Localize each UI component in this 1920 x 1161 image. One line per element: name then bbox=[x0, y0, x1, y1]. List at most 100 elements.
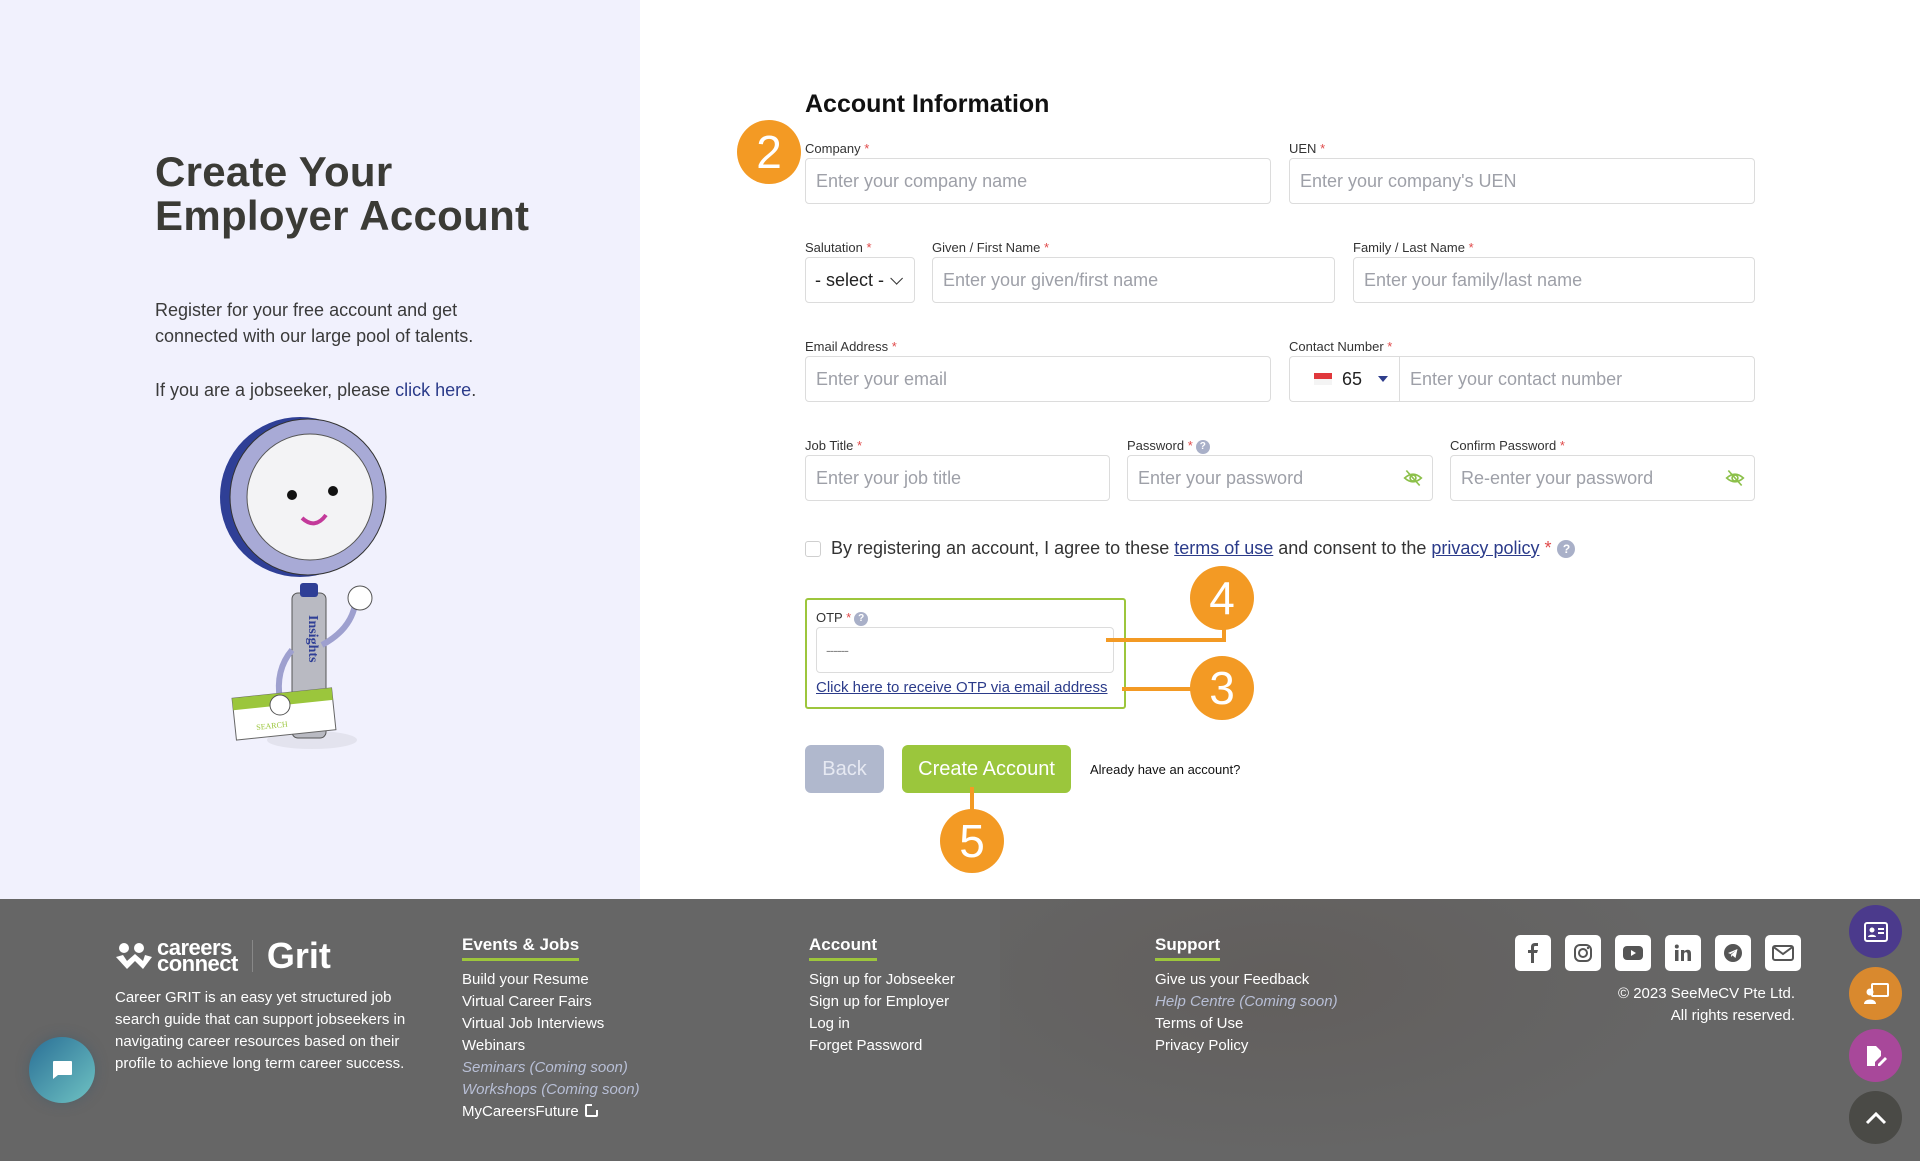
footer-column-support: Support Give us your Feedback Help Centr… bbox=[1155, 935, 1338, 1057]
terms-of-use-link[interactable]: terms of use bbox=[1174, 538, 1273, 559]
required-asterisk: * bbox=[1187, 438, 1193, 453]
singapore-flag-icon bbox=[1314, 373, 1332, 385]
eye-slash-icon[interactable] bbox=[1725, 468, 1745, 488]
uen-input[interactable] bbox=[1289, 158, 1755, 204]
footer-link-forget-password[interactable]: Forget Password bbox=[809, 1035, 955, 1057]
logo-divider bbox=[251, 940, 253, 972]
agreement-help-icon[interactable]: ? bbox=[1557, 539, 1576, 558]
footer-column-title: Events & Jobs bbox=[462, 935, 580, 961]
required-asterisk: * bbox=[1468, 240, 1474, 255]
presentation-fab-button[interactable] bbox=[1849, 967, 1902, 1020]
footer-item-workshops: Workshops (Coming soon) bbox=[462, 1081, 640, 1098]
chat-button[interactable] bbox=[29, 1037, 95, 1103]
linkedin-icon[interactable] bbox=[1665, 935, 1701, 971]
telegram-icon[interactable] bbox=[1715, 935, 1751, 971]
password-help-icon[interactable]: ? bbox=[1195, 439, 1210, 454]
youtube-icon[interactable] bbox=[1615, 935, 1651, 971]
jobseeker-note-prefix: If you are a jobseeker, please bbox=[155, 380, 396, 400]
agreement-checkbox[interactable] bbox=[805, 540, 821, 557]
footer-column-title: Account bbox=[809, 935, 877, 961]
privacy-policy-link[interactable]: privacy policy bbox=[1431, 538, 1539, 559]
annotation-badge-5: 5 bbox=[940, 809, 1004, 873]
confirm-password-input[interactable] bbox=[1450, 455, 1755, 501]
account-information-heading: Account Information bbox=[805, 90, 1050, 118]
footer-link-signup-jobseeker[interactable]: Sign up for Jobseeker bbox=[809, 969, 955, 991]
required-asterisk: * bbox=[864, 141, 870, 156]
footer-about-text: Career GRIT is an easy yet structured jo… bbox=[115, 989, 406, 1072]
salutation-select[interactable]: - select - bbox=[805, 257, 915, 303]
otp-label: OTP *? bbox=[816, 610, 869, 626]
footer-link-privacy-policy[interactable]: Privacy Policy bbox=[1155, 1035, 1338, 1057]
mascot-insights-label: Insights bbox=[305, 615, 320, 663]
company-label: Company * bbox=[805, 141, 869, 156]
job-title-label-text: Job Title bbox=[805, 438, 854, 453]
footer-link-virtual-job-interviews[interactable]: Virtual Job Interviews bbox=[462, 1013, 640, 1035]
salutation-label-text: Salutation bbox=[805, 240, 863, 255]
company-input[interactable] bbox=[805, 158, 1271, 204]
footer-link-feedback[interactable]: Give us your Feedback bbox=[1155, 969, 1338, 991]
caret-down-icon bbox=[1378, 376, 1389, 382]
mascot-left-eye bbox=[287, 490, 297, 500]
contact-number-label: Contact Number * bbox=[1289, 339, 1392, 354]
already-have-account-link[interactable]: Already have an account? bbox=[1090, 762, 1240, 777]
required-asterisk: * bbox=[1387, 339, 1393, 354]
jobseeker-click-here-link[interactable]: click here bbox=[395, 380, 471, 400]
eye-slash-icon[interactable] bbox=[1403, 468, 1423, 488]
required-asterisk: * bbox=[891, 339, 897, 354]
last-name-label: Family / Last Name * bbox=[1353, 240, 1474, 255]
uen-label-text: UEN bbox=[1289, 141, 1317, 156]
password-input[interactable] bbox=[1127, 455, 1433, 501]
receive-otp-link[interactable]: Click here to receive OTP via email addr… bbox=[816, 679, 1108, 696]
last-name-input[interactable] bbox=[1353, 257, 1755, 303]
confirm-password-label: Confirm Password * bbox=[1450, 438, 1565, 453]
back-button[interactable]: Back bbox=[805, 745, 884, 793]
required-asterisk: * bbox=[866, 240, 872, 255]
footer-link-signup-employer[interactable]: Sign up for Employer bbox=[809, 991, 955, 1013]
otp-input[interactable] bbox=[816, 627, 1114, 673]
contact-number-label-text: Contact Number bbox=[1289, 339, 1384, 354]
otp-help-icon[interactable]: ? bbox=[854, 611, 869, 626]
edit-document-fab-button[interactable] bbox=[1849, 1029, 1902, 1082]
mascot-lens-glass bbox=[246, 433, 374, 561]
footer-link-mycareersfuture-text: MyCareersFuture bbox=[462, 1103, 579, 1120]
logo-connect-text: connect bbox=[157, 951, 238, 976]
footer-link-login[interactable]: Log in bbox=[809, 1013, 955, 1035]
contact-number-input[interactable] bbox=[1399, 356, 1755, 402]
page-title: Create Your Employer Account bbox=[155, 148, 530, 239]
email-input[interactable] bbox=[805, 356, 1271, 402]
footer-link-mycareersfuture[interactable]: MyCareersFuture bbox=[462, 1101, 640, 1123]
job-title-input[interactable] bbox=[805, 455, 1110, 501]
social-links bbox=[1515, 935, 1801, 971]
footer-link-build-resume[interactable]: Build your Resume bbox=[462, 969, 640, 991]
scroll-to-top-button[interactable] bbox=[1849, 1091, 1902, 1144]
mascot-waving-hand bbox=[347, 585, 373, 611]
id-card-fab-button[interactable] bbox=[1849, 905, 1902, 958]
careers-connect-wordmark: careers connect bbox=[157, 937, 238, 976]
footer-link-terms-of-use[interactable]: Terms of Use bbox=[1155, 1013, 1338, 1035]
create-account-button[interactable]: Create Account bbox=[902, 745, 1071, 793]
annotation-badge-4: 4 bbox=[1190, 566, 1254, 630]
footer-link-webinars[interactable]: Webinars bbox=[462, 1035, 640, 1057]
first-name-label-text: Given / First Name bbox=[932, 240, 1041, 255]
country-code-select[interactable]: 65 bbox=[1289, 356, 1399, 402]
careers-connect-grit-logo[interactable]: careers connect Grit bbox=[115, 935, 331, 977]
required-asterisk: * bbox=[1559, 438, 1565, 453]
mascot-handle-collar bbox=[300, 583, 318, 597]
last-name-label-text: Family / Last Name bbox=[1353, 240, 1465, 255]
footer-column-title: Support bbox=[1155, 935, 1221, 961]
password-label-text: Password bbox=[1127, 438, 1185, 453]
facebook-icon[interactable] bbox=[1515, 935, 1551, 971]
chat-bubble-icon bbox=[53, 1061, 72, 1079]
jobseeker-note-suffix: . bbox=[471, 380, 477, 400]
email-icon[interactable] bbox=[1765, 935, 1801, 971]
first-name-label: Given / First Name * bbox=[932, 240, 1049, 255]
agreement-prefix: By registering an account, I agree to th… bbox=[831, 538, 1170, 558]
instagram-icon[interactable] bbox=[1565, 935, 1601, 971]
footer-link-virtual-career-fairs[interactable]: Virtual Career Fairs bbox=[462, 991, 640, 1013]
required-asterisk: * bbox=[1043, 240, 1050, 255]
required-asterisk: * bbox=[1544, 538, 1552, 558]
required-asterisk: * bbox=[1320, 141, 1326, 156]
first-name-input[interactable] bbox=[932, 257, 1335, 303]
presentation-icon bbox=[1863, 982, 1889, 1004]
agreement-row: By registering an account, I agree to th… bbox=[805, 538, 1576, 559]
